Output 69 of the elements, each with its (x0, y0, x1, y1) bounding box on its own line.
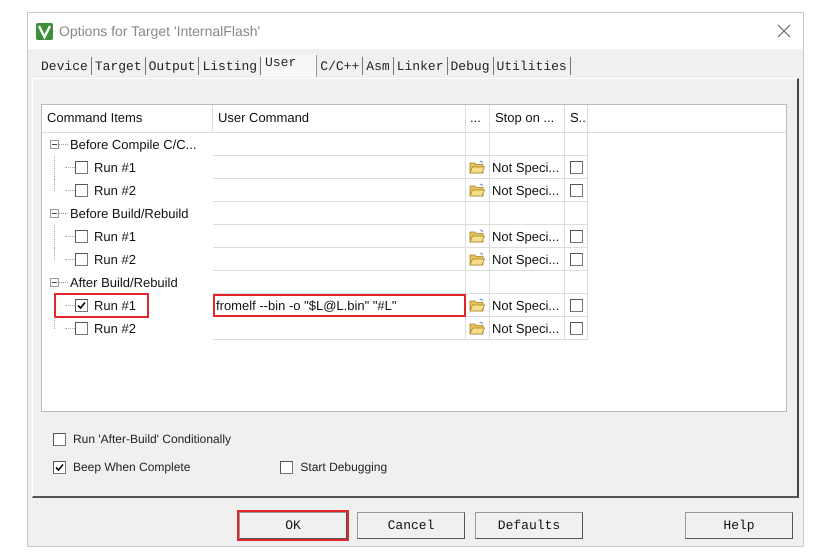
checkbox[interactable] (570, 298, 582, 312)
tree-item[interactable]: Run #1 (94, 160, 136, 175)
command-field[interactable]: fromelf --bin -o "$L@L.bin" "#L" (213, 294, 466, 317)
tree-item[interactable]: Run #2 (94, 321, 136, 336)
window-title: Options for Target 'InternalFlash' (59, 23, 260, 39)
table-cell[interactable]: Not Speci... (490, 317, 565, 340)
tab[interactable]: Output (146, 57, 200, 75)
folder-icon[interactable] (469, 160, 485, 174)
checkbox[interactable] (75, 253, 88, 266)
command-field[interactable] (213, 156, 466, 179)
collapse-icon[interactable] (50, 278, 59, 287)
table-cell[interactable]: Not Speci... (490, 225, 565, 248)
checkbox[interactable] (75, 322, 88, 335)
tree-item[interactable]: Run #1 (94, 298, 136, 313)
checkbox[interactable] (280, 460, 294, 474)
app-icon (36, 22, 53, 40)
checkbox[interactable] (75, 230, 88, 243)
folder-icon[interactable] (469, 229, 485, 243)
tab[interactable]: C/C++ (317, 57, 364, 75)
tree-item[interactable]: Run #1 (94, 229, 136, 244)
tab[interactable]: Utilities (494, 57, 571, 75)
checkbox[interactable] (570, 160, 582, 174)
tree-item[interactable]: Run #2 (94, 252, 136, 267)
tree-item[interactable]: After Build/Rebuild (70, 275, 178, 290)
command-field[interactable] (213, 225, 466, 248)
folder-icon[interactable] (469, 298, 485, 312)
folder-icon[interactable] (469, 321, 485, 335)
checkbox[interactable] (75, 299, 88, 312)
dialog-button[interactable]: Help (685, 512, 793, 539)
checkbox[interactable] (570, 230, 582, 242)
checkbox-label[interactable]: Beep When Complete (73, 460, 190, 474)
tab[interactable]: Asm (363, 57, 394, 75)
command-field[interactable] (213, 179, 466, 202)
table-cell[interactable]: Not Speci... (490, 179, 565, 202)
checkbox[interactable] (53, 460, 66, 474)
command-field[interactable] (213, 248, 466, 271)
tab[interactable]: Linker (394, 57, 448, 75)
tree-item[interactable]: Run #2 (94, 183, 136, 198)
close-icon[interactable] (777, 24, 791, 38)
checkbox[interactable] (570, 322, 582, 334)
tab[interactable]: Debug (448, 57, 494, 75)
checkbox[interactable] (75, 184, 88, 197)
dialog-button[interactable]: OK (239, 512, 347, 539)
tab[interactable]: Device (38, 57, 92, 75)
collapse-icon[interactable] (50, 140, 59, 149)
tab[interactable]: Target (92, 57, 146, 75)
column-header: User Command (213, 105, 466, 132)
folder-icon[interactable] (469, 183, 485, 197)
command-field[interactable] (213, 317, 466, 340)
dialog-button[interactable]: Cancel (357, 512, 465, 539)
checkbox[interactable] (75, 161, 88, 174)
column-header: Command Items (42, 105, 213, 132)
tree-item[interactable]: Before Build/Rebuild (70, 206, 189, 221)
checkbox[interactable] (570, 184, 582, 196)
checkbox[interactable] (570, 252, 582, 266)
column-header: Stop on ... (490, 105, 565, 132)
collapse-icon[interactable] (50, 209, 59, 218)
table-cell[interactable]: Not Speci... (490, 294, 565, 317)
folder-icon[interactable] (469, 252, 485, 266)
column-header: ... (466, 105, 490, 132)
table-cell[interactable]: Not Speci... (490, 156, 565, 179)
table-cell[interactable]: Not Speci... (490, 248, 565, 271)
tree-item[interactable]: Before Compile C/C... (70, 137, 196, 152)
checkbox-label[interactable]: Start Debugging (300, 460, 388, 474)
tab[interactable]: User (261, 55, 318, 77)
checkbox[interactable] (53, 432, 66, 446)
column-header: S.. (565, 105, 588, 132)
dialog-button[interactable]: Defaults (475, 512, 583, 539)
checkbox-label[interactable]: Run 'After-Build' Conditionally (73, 432, 231, 446)
